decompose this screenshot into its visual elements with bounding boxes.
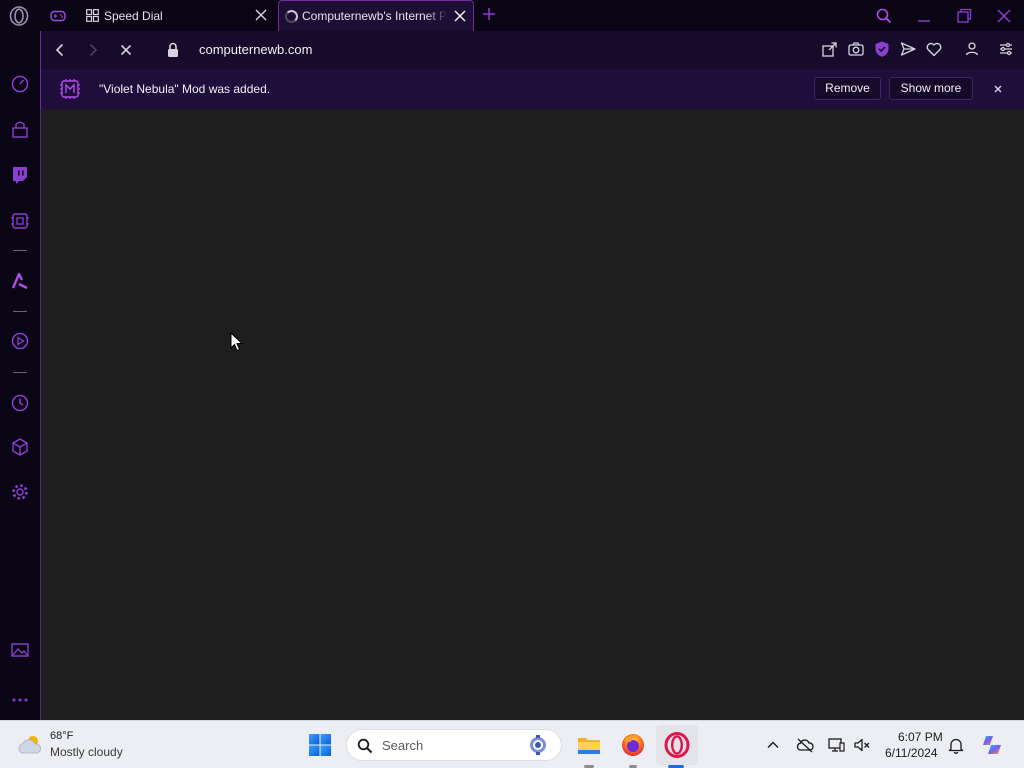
notification-bell-icon[interactable] — [947, 736, 965, 754]
forward-icon[interactable] — [83, 40, 103, 60]
close-tab-icon[interactable] — [254, 8, 268, 22]
url-field[interactable]: computernewb.com — [199, 42, 312, 57]
restore-icon[interactable] — [954, 6, 974, 26]
search-highlight-icon — [530, 735, 546, 755]
tab-gx-controls[interactable] — [42, 0, 74, 31]
history-icon[interactable] — [10, 393, 30, 413]
tab-computernewb[interactable]: Computernewb's Internet Portal — [278, 0, 474, 31]
aria-icon[interactable] — [10, 271, 30, 291]
display-icon[interactable] — [827, 736, 845, 754]
show-more-button[interactable]: Show more — [889, 77, 973, 100]
opera-gx-icon[interactable] — [663, 731, 691, 759]
sidebar-divider — [13, 250, 27, 251]
weather-condition[interactable]: Mostly cloudy — [50, 745, 123, 759]
close-tab-icon[interactable] — [453, 9, 467, 23]
volume-muted-icon[interactable] — [853, 736, 871, 754]
speed-dial-grid-icon — [86, 9, 99, 22]
firefox-icon[interactable] — [619, 731, 647, 759]
sidebar — [0, 31, 40, 720]
mouse-cursor-icon — [230, 332, 244, 352]
account-icon[interactable] — [963, 40, 981, 58]
weather-temperature[interactable]: 68°F — [50, 730, 73, 742]
heart-bookmark-icon[interactable] — [925, 40, 943, 58]
settings-icon[interactable] — [10, 482, 30, 502]
close-window-icon[interactable] — [994, 6, 1014, 26]
tab-strip: Speed Dial Computernewb's Internet Porta… — [0, 0, 1024, 31]
search-placeholder: Search — [382, 738, 424, 753]
tab-label: Speed Dial — [104, 8, 163, 23]
lock-icon[interactable] — [165, 40, 181, 60]
address-bar: computernewb.com — [40, 31, 1024, 69]
stop-loading-icon[interactable] — [116, 40, 136, 60]
mod-added-notification: "Violet Nebula" Mod was added. Remove Sh… — [40, 69, 1024, 109]
file-explorer-icon[interactable] — [575, 731, 603, 759]
back-icon[interactable] — [50, 40, 70, 60]
loading-spinner-icon — [285, 9, 298, 23]
easy-setup-menu-icon[interactable] — [997, 40, 1015, 58]
tab-speed-dial[interactable]: Speed Dial — [80, 0, 274, 31]
windows-taskbar: 68°F Mostly cloudy Search 6:07 PM 6/11/2… — [0, 720, 1024, 768]
search-tabs-icon[interactable] — [874, 6, 894, 26]
player-icon[interactable] — [10, 331, 30, 351]
onedrive-offline-icon[interactable] — [796, 736, 814, 754]
search-icon — [357, 738, 373, 754]
twitch-icon[interactable] — [10, 165, 30, 185]
more-icon[interactable] — [10, 690, 30, 710]
close-notification-icon[interactable] — [991, 82, 1005, 96]
speedometer-icon[interactable] — [10, 74, 30, 94]
sidebar-divider — [13, 372, 27, 373]
snapshot-camera-icon[interactable] — [847, 40, 865, 58]
page-content[interactable] — [40, 109, 1024, 720]
vpn-shield-icon[interactable] — [873, 40, 891, 58]
share-icon[interactable] — [821, 40, 839, 58]
sidebar-divider — [13, 311, 27, 312]
pinboard-icon[interactable] — [10, 120, 30, 140]
tab-label: Computernewb's Internet Portal — [302, 9, 448, 23]
notification-message: "Violet Nebula" Mod was added. — [99, 82, 271, 96]
gx-mods-icon[interactable] — [10, 211, 30, 231]
chevron-up-icon[interactable] — [764, 736, 782, 754]
remove-mod-button[interactable]: Remove — [814, 77, 881, 100]
gamepad-icon — [50, 10, 66, 21]
mod-chip-icon — [60, 79, 80, 99]
clock-date[interactable]: 6/11/2024 — [885, 746, 938, 760]
send-icon[interactable] — [899, 40, 917, 58]
taskbar-search-box[interactable]: Search — [346, 729, 562, 761]
extensions-cube-icon[interactable] — [10, 437, 30, 457]
windows-start-icon[interactable] — [308, 733, 332, 757]
clock-time[interactable]: 6:07 PM — [898, 730, 943, 744]
gallery-icon[interactable] — [10, 640, 30, 660]
minimize-icon[interactable] — [914, 6, 934, 26]
copilot-icon[interactable] — [980, 733, 1004, 757]
new-tab-plus-icon[interactable] — [479, 4, 499, 24]
weather-cloudy-icon[interactable] — [16, 733, 44, 757]
opera-gx-menu-icon[interactable] — [9, 6, 29, 26]
